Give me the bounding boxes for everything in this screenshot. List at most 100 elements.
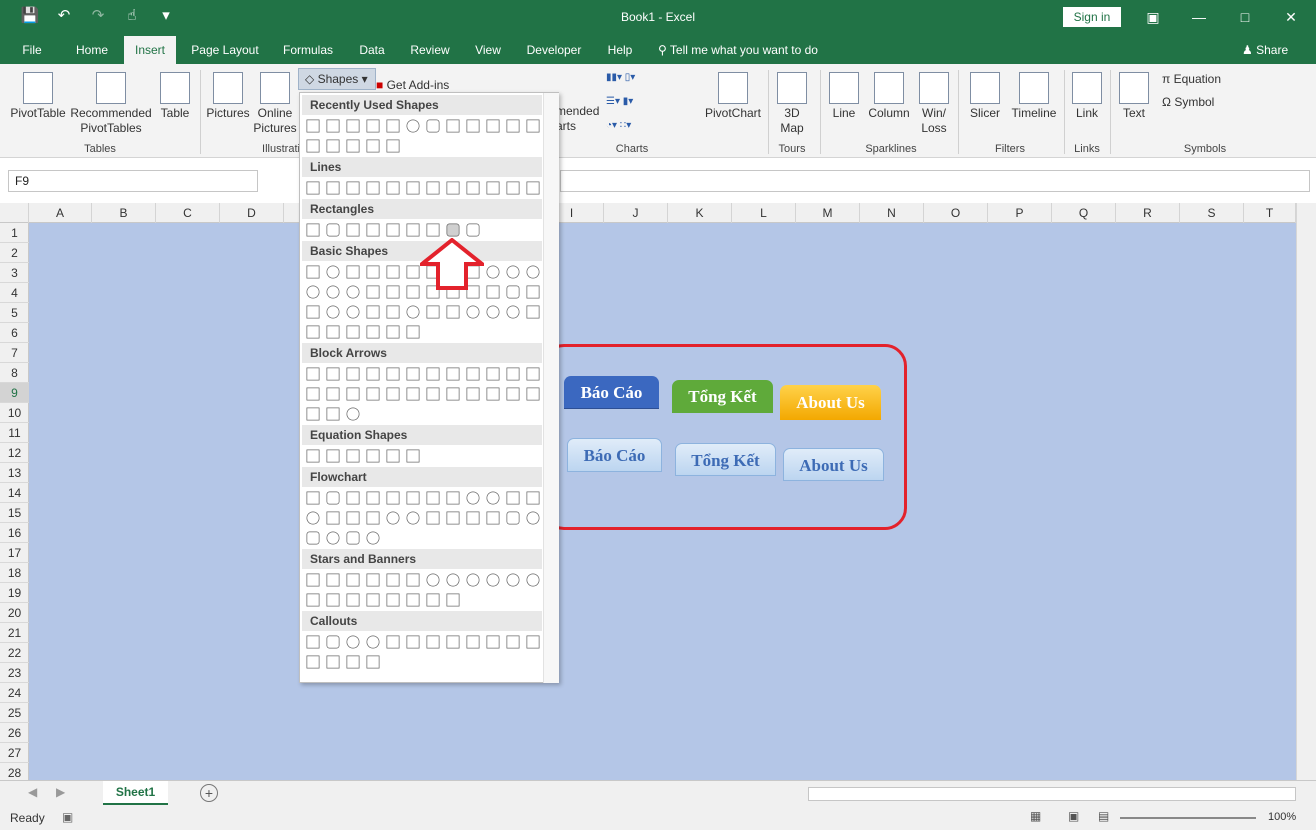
vertical-scroll-icon[interactable] [386,593,400,607]
horizontal-scroll-icon[interactable] [406,593,420,607]
manual-input-icon[interactable] [506,491,520,505]
quad-arrow-callout-icon[interactable] [326,407,340,421]
right-arrow-icon[interactable] [306,367,320,381]
row-header[interactable]: 24 [0,683,29,703]
pivottable-button[interactable]: PivotTable [6,72,70,121]
line-icon[interactable] [346,119,360,133]
sheet-tab-sheet1[interactable]: Sheet1 [103,781,168,805]
double-wave-icon[interactable] [446,593,460,607]
sort-icon[interactable] [446,511,460,525]
curved-ribbon-down-icon[interactable] [366,593,380,607]
column-header[interactable]: N [860,203,924,223]
can-icon[interactable] [506,285,520,299]
minus-icon[interactable] [326,449,340,463]
line-callout-1-accent-icon[interactable] [446,635,460,649]
row-header[interactable]: 25 [0,703,29,723]
left-brace-icon[interactable] [386,325,400,339]
normal-view-icon[interactable]: ▦ [1030,809,1041,823]
curved-ribbon-up-icon[interactable] [346,593,360,607]
row-header[interactable]: 8 [0,363,29,383]
page-layout-view-icon[interactable]: ▣ [1068,809,1079,823]
delay-icon[interactable] [526,511,540,525]
3d-map-button[interactable]: 3D Map [772,72,812,136]
trapezoid-icon[interactable] [406,265,420,279]
elbow-arrow-icon[interactable] [486,119,500,133]
folded-corner-icon[interactable] [386,305,400,319]
shapes-button[interactable]: ◇ Shapes ▾ [298,68,376,90]
divide-icon[interactable] [366,449,380,463]
line-callout-3-accent-icon[interactable] [486,635,500,649]
formula-input[interactable] [560,170,1310,192]
line-callout-1-icon[interactable] [386,635,400,649]
row-header[interactable]: 26 [0,723,29,743]
curved-left-arrow-icon[interactable] [326,387,340,401]
zoom-level[interactable]: 100% [1268,811,1296,823]
curve-icon[interactable] [306,139,320,153]
recommended-pivottables-button[interactable]: Recommended PivotTables [70,72,152,136]
curved-down-arrow-icon[interactable] [366,387,380,401]
row-header[interactable]: 2 [0,243,29,263]
elbow-double-arrow-icon[interactable] [406,181,420,195]
summing-junction-icon[interactable] [386,511,400,525]
striped-right-arrow-icon[interactable] [386,387,400,401]
rectangle-icon[interactable] [386,119,400,133]
arc-icon[interactable] [526,305,540,319]
curved-right-arrow-icon[interactable] [306,387,320,401]
close-icon[interactable]: ✕ [1268,6,1314,28]
star-16-icon[interactable] [486,573,500,587]
up-down-arrow-icon[interactable] [406,367,420,381]
card-icon[interactable] [346,511,360,525]
curved-up-arrow-icon[interactable] [346,387,360,401]
notched-right-arrow-icon[interactable] [406,387,420,401]
quad-arrow-icon[interactable] [426,367,440,381]
tab-insert[interactable]: Insert [124,36,176,64]
column-header[interactable]: J [604,203,668,223]
column-header[interactable]: C [156,203,220,223]
round-same-side-icon[interactable] [446,223,460,237]
frame-icon[interactable] [386,285,400,299]
cloud-icon[interactable] [506,305,520,319]
half-frame-icon[interactable] [406,285,420,299]
row-header[interactable]: 23 [0,663,29,683]
right-arrow-callout-icon[interactable] [466,387,480,401]
column-header[interactable]: B [92,203,156,223]
minimize-icon[interactable]: — [1176,6,1222,28]
octagon-icon[interactable] [506,265,520,279]
line-chart-icon[interactable]: ☰▾ ▮▾ [606,96,633,107]
scribble-icon[interactable] [526,181,540,195]
page-break-view-icon[interactable]: ▤ [1098,809,1109,823]
tab-data[interactable]: Data [352,36,392,64]
textbox-icon[interactable] [326,119,340,133]
row-header[interactable]: 1 [0,223,29,243]
multidocument-icon[interactable] [446,491,460,505]
snip-round-icon[interactable] [406,223,420,237]
get-addins-button[interactable]: ■ Get Add-ins [376,78,480,93]
preparation-icon[interactable] [486,491,500,505]
column-header[interactable]: T [1244,203,1296,223]
row-header[interactable]: 6 [0,323,29,343]
right-brace-icon[interactable] [406,325,420,339]
terminator-icon[interactable] [466,491,480,505]
text-button[interactable]: Text [1114,72,1154,121]
shape-bao-cao-blue[interactable]: Báo Cáo [564,376,659,409]
extract-icon[interactable] [466,511,480,525]
left-brace-icon[interactable] [366,139,380,153]
column-header[interactable]: Q [1052,203,1116,223]
shape-about-us-light[interactable]: About Us [783,448,884,481]
row-header[interactable]: 4 [0,283,29,303]
heptagon-icon[interactable] [486,265,500,279]
column-header[interactable]: S [1180,203,1244,223]
row-header[interactable]: 10 [0,403,29,423]
star-6-icon[interactable] [386,573,400,587]
right-brace-icon[interactable] [386,139,400,153]
double-arrow-line-icon[interactable] [346,181,360,195]
horizontal-scrollbar[interactable] [808,787,1296,801]
plaque-icon[interactable] [486,285,500,299]
wave-icon[interactable] [426,593,440,607]
column-header[interactable]: P [988,203,1052,223]
row-header[interactable]: 14 [0,483,29,503]
row-header[interactable]: 13 [0,463,29,483]
rectangle-icon[interactable] [306,223,320,237]
symbol-button[interactable]: Ω Symbol [1162,95,1252,110]
right-triangle-icon[interactable] [366,265,380,279]
